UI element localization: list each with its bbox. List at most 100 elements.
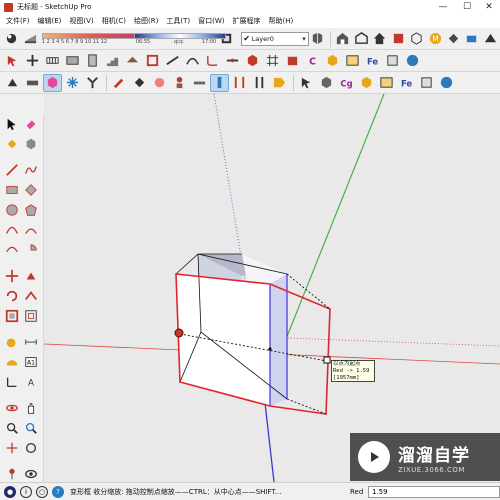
- extension-warehouse-icon[interactable]: [389, 30, 406, 48]
- two-point-arc-icon[interactable]: [21, 221, 40, 240]
- move-plugin-icon[interactable]: [23, 52, 42, 70]
- plugin-icon-2[interactable]: [463, 30, 480, 48]
- layout-plugin-icon[interactable]: [383, 52, 402, 70]
- cube-plugin-icon[interactable]: [323, 52, 342, 70]
- snowflake-icon[interactable]: [63, 74, 82, 92]
- brush-plugin-icon[interactable]: [110, 74, 129, 92]
- zoom-extents-icon[interactable]: [2, 439, 21, 458]
- menu-window[interactable]: 窗口(W): [194, 16, 228, 26]
- layer-manager-icon[interactable]: [309, 30, 326, 48]
- cube-tools-icon[interactable]: [317, 74, 336, 92]
- fog-toggle-icon[interactable]: [21, 30, 38, 48]
- circle-icon[interactable]: [2, 201, 21, 220]
- minimize-button[interactable]: —: [432, 0, 454, 14]
- close-button[interactable]: ✕: [478, 0, 500, 14]
- cg-tools-icon[interactable]: Cg: [337, 74, 356, 92]
- previous-view-icon[interactable]: [21, 439, 40, 458]
- menu-draw[interactable]: 绘图(R): [130, 16, 162, 26]
- split-plugin-icon[interactable]: [230, 74, 249, 92]
- text-tool-icon[interactable]: A1: [21, 353, 40, 372]
- three-point-arc-icon[interactable]: [2, 241, 21, 260]
- ruby-console-icon[interactable]: [417, 74, 436, 92]
- door-tool-icon[interactable]: [83, 52, 102, 70]
- frame-tool-icon[interactable]: [143, 52, 162, 70]
- menu-edit[interactable]: 编辑(E): [34, 16, 66, 26]
- tag-plugin-icon[interactable]: [270, 74, 289, 92]
- select-plugin-icon[interactable]: [3, 52, 22, 70]
- menu-tools[interactable]: 工具(T): [162, 16, 194, 26]
- rotated-rectangle-icon[interactable]: [21, 181, 40, 200]
- pushpull-icon[interactable]: [21, 267, 40, 286]
- cursor-plugin-icon[interactable]: [297, 74, 316, 92]
- plugin-icon-3[interactable]: [482, 30, 499, 48]
- box-tool-icon[interactable]: [283, 52, 302, 70]
- xray-cube-icon[interactable]: [43, 73, 62, 92]
- weld-tool-icon[interactable]: [223, 52, 242, 70]
- rotate-icon[interactable]: [2, 287, 21, 306]
- protractor-icon[interactable]: [2, 353, 21, 372]
- bench-plugin-icon[interactable]: [190, 74, 209, 92]
- model-viewport[interactable]: [44, 94, 500, 482]
- box-plugin-icon[interactable]: [357, 74, 376, 92]
- fence-tool-icon[interactable]: [43, 52, 62, 70]
- menu-extensions[interactable]: 扩展程序: [228, 16, 264, 26]
- paint-bucket-plugin-icon[interactable]: [130, 74, 149, 92]
- section-plugin-icon[interactable]: [210, 73, 229, 92]
- flower-plugin-icon[interactable]: [150, 74, 169, 92]
- curve-tool-icon[interactable]: [183, 52, 202, 70]
- profile-tool-icon[interactable]: [163, 52, 182, 70]
- look-around-icon[interactable]: [21, 465, 40, 484]
- tape-measure-icon[interactable]: [2, 333, 21, 352]
- skin-plugin-icon[interactable]: [403, 52, 422, 70]
- position-camera-icon[interactable]: [2, 465, 21, 484]
- eraser-icon[interactable]: [21, 115, 40, 134]
- person-plugin-icon[interactable]: [170, 74, 189, 92]
- date-slider[interactable]: 1 2 3 4 5 6 7 8 9 10 11 12: [41, 31, 140, 47]
- fe-tools-icon[interactable]: Fe: [397, 74, 416, 92]
- line-tool-icon[interactable]: [2, 161, 21, 180]
- paint-bucket-icon[interactable]: [2, 135, 21, 154]
- orbit-icon[interactable]: [2, 399, 21, 418]
- credits-icon[interactable]: i: [20, 485, 32, 498]
- plugin-icon-1[interactable]: [445, 30, 462, 48]
- menu-file[interactable]: 文件(F): [2, 16, 34, 26]
- wall-tool-icon[interactable]: [63, 52, 82, 70]
- fe-plugin-icon[interactable]: Fe: [363, 52, 382, 70]
- move-icon[interactable]: [2, 267, 21, 286]
- maximize-button[interactable]: ☐: [456, 0, 478, 14]
- component-make-icon[interactable]: [21, 135, 40, 154]
- cg-plugin-icon[interactable]: C: [303, 52, 322, 70]
- 3d-text-icon[interactable]: A: [21, 373, 40, 392]
- fan-plugin-icon[interactable]: [83, 74, 102, 92]
- dimension-icon[interactable]: [21, 333, 40, 352]
- pan-icon[interactable]: [21, 399, 40, 418]
- axes-icon[interactable]: [2, 373, 21, 392]
- geo-location-icon[interactable]: ●: [4, 485, 16, 498]
- stair-tool-icon[interactable]: [103, 52, 122, 70]
- scale-grip-origin[interactable]: [174, 328, 184, 338]
- share-model-icon[interactable]: [353, 30, 370, 48]
- scale-icon[interactable]: [2, 307, 21, 326]
- sandbox-plugin-icon[interactable]: [377, 74, 396, 92]
- menu-view[interactable]: 视图(V): [65, 16, 97, 26]
- component-icon[interactable]: [408, 30, 425, 48]
- select-arrow-icon[interactable]: [2, 115, 21, 134]
- warehouse-icon[interactable]: [334, 30, 351, 48]
- user-icon[interactable]: ○: [36, 485, 48, 498]
- shadow-toggle-icon[interactable]: [3, 30, 20, 48]
- offset-icon[interactable]: [21, 307, 40, 326]
- grid-tool-icon[interactable]: [263, 52, 282, 70]
- freehand-icon[interactable]: [21, 161, 40, 180]
- time-slider[interactable]: 06:55 中午 17:00: [133, 31, 226, 47]
- arc-icon[interactable]: [2, 221, 21, 240]
- scale-grip-active[interactable]: [323, 356, 331, 364]
- follow-me-icon[interactable]: [21, 287, 40, 306]
- menu-camera[interactable]: 相机(C): [98, 16, 130, 26]
- zoom-icon[interactable]: [2, 419, 21, 438]
- skin-tools-icon[interactable]: [437, 74, 456, 92]
- help-icon[interactable]: ?: [52, 485, 64, 498]
- component-tool-icon[interactable]: [243, 52, 262, 70]
- home-icon[interactable]: [371, 30, 388, 48]
- polygon-icon[interactable]: [21, 201, 40, 220]
- roof-tool-icon[interactable]: [123, 52, 142, 70]
